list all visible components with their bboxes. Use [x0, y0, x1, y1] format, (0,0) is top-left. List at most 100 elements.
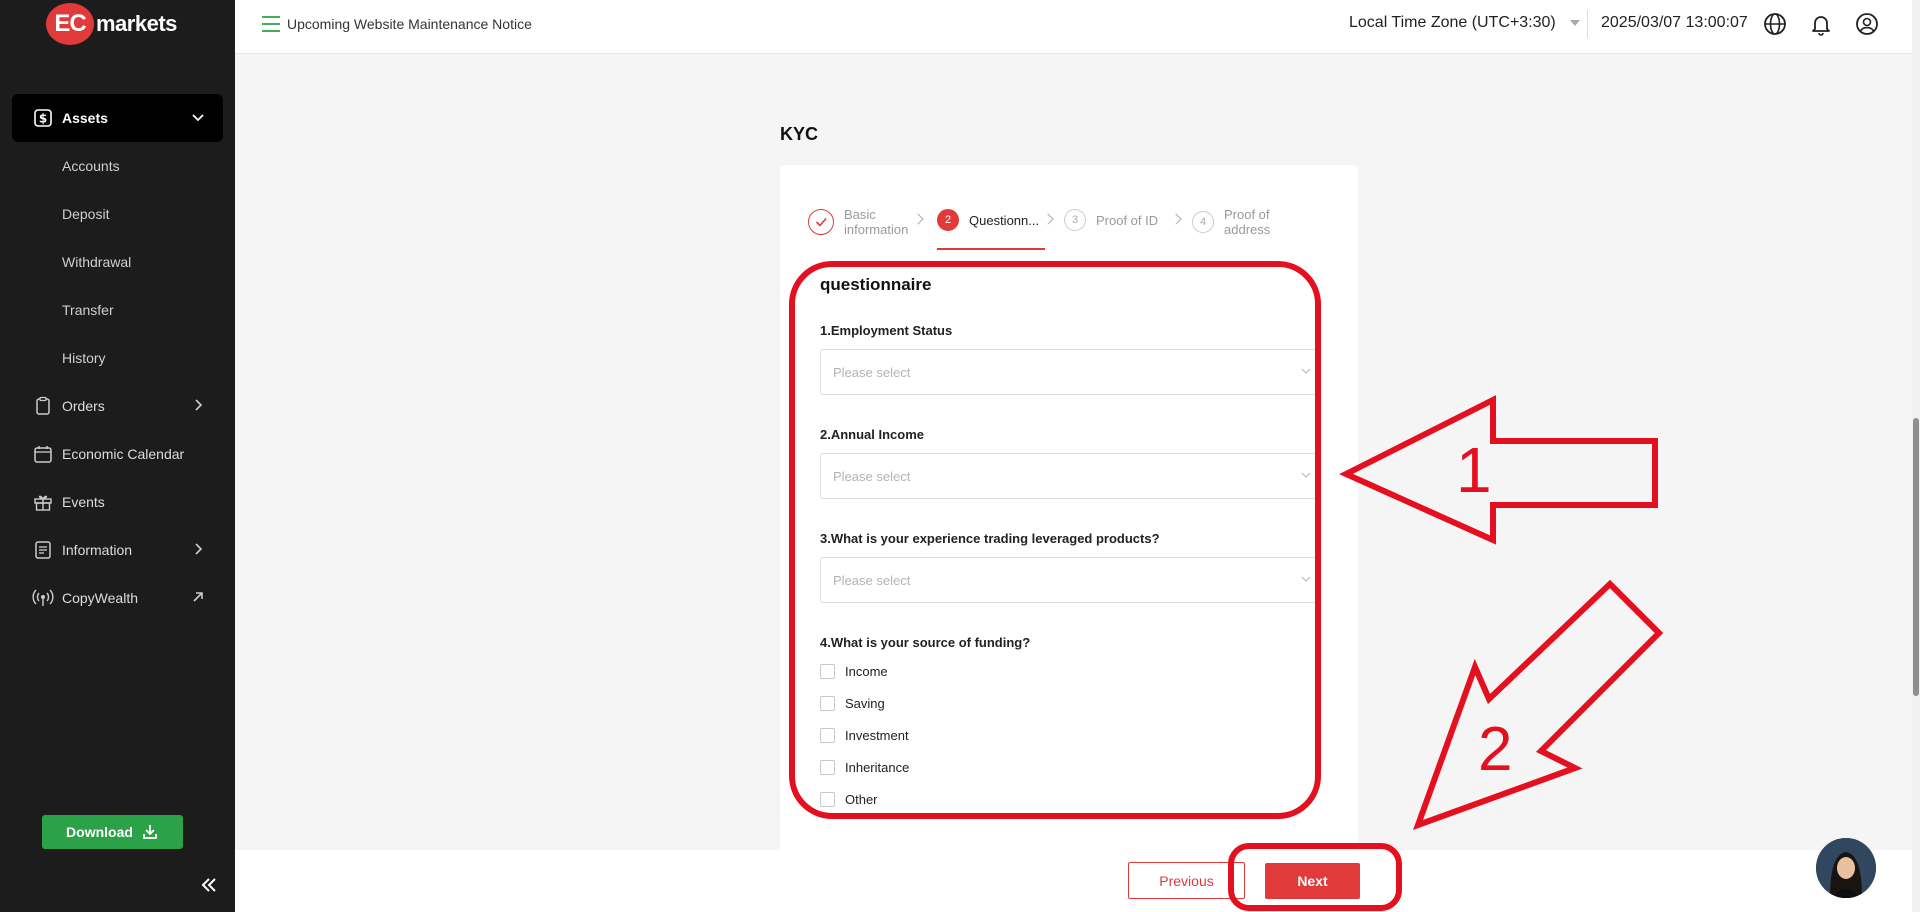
maintenance-notice[interactable]: Upcoming Website Maintenance Notice: [287, 16, 532, 32]
checkbox[interactable]: [820, 792, 835, 807]
active-step-indicator: [937, 248, 1045, 250]
chevron-down-icon: [1301, 368, 1311, 374]
sidebar-item-transfer[interactable]: Transfer: [12, 286, 223, 334]
sidebar-item-orders[interactable]: Orders: [12, 382, 223, 430]
arrow-1-number: 1: [1456, 434, 1492, 506]
select-placeholder: Please select: [833, 468, 911, 484]
bell-icon[interactable]: [1809, 12, 1833, 36]
sidebar-item-deposit[interactable]: Deposit: [12, 190, 223, 238]
logo-text: markets: [96, 11, 177, 36]
user-account-icon[interactable]: [1855, 12, 1879, 36]
arrow-1-left: [1339, 395, 1658, 545]
document-icon: [32, 539, 54, 561]
funding-option-saving[interactable]: Saving: [820, 696, 885, 711]
menu-icon[interactable]: [261, 15, 281, 33]
checkbox-label: Other: [845, 792, 878, 807]
sidebar-item-copywealth[interactable]: CopyWealth: [12, 574, 223, 622]
check-circle-icon: [808, 209, 834, 235]
download-label: Download: [66, 824, 133, 840]
sidebar: EC markets $ Assets Accounts Deposit Wit…: [0, 0, 235, 912]
sidebar-item-label: Information: [62, 542, 133, 558]
brand-logo[interactable]: EC markets: [46, 2, 177, 46]
chevron-right-icon: [1042, 213, 1054, 225]
chevron-down-icon: [1301, 472, 1311, 478]
step-questionnaire[interactable]: 2 Questionn...: [937, 209, 1039, 231]
checkbox[interactable]: [820, 760, 835, 775]
gift-icon: [32, 491, 54, 513]
sidebar-nav: $ Assets Accounts Deposit Withdrawal Tra…: [12, 94, 223, 622]
timezone-label: Local Time Zone (UTC+3:30): [1349, 14, 1556, 31]
caret-down-icon: [1569, 20, 1580, 26]
step-number: 3: [1064, 209, 1086, 231]
question-label: 2.Annual Income: [820, 427, 925, 442]
previous-button[interactable]: Previous: [1128, 862, 1245, 899]
question-label: 1.Employment Status: [820, 323, 953, 338]
checkbox-label: Saving: [845, 696, 885, 711]
external-link-icon: [193, 592, 203, 602]
annual-income-select[interactable]: Please select: [820, 453, 1320, 499]
collapse-sidebar-icon[interactable]: [198, 874, 220, 896]
sidebar-item-label: Economic Calendar: [62, 446, 185, 462]
broadcast-icon: [32, 587, 54, 609]
step-label: Basic: [844, 207, 876, 222]
sidebar-item-label: Assets: [62, 110, 108, 126]
step-label: Proof of ID: [1096, 212, 1159, 228]
checkbox-label: Investment: [845, 728, 909, 743]
select-placeholder: Please select: [833, 364, 911, 380]
sidebar-item-accounts[interactable]: Accounts: [12, 142, 223, 190]
sidebar-item-label: CopyWealth: [62, 590, 139, 606]
page-scrollbar[interactable]: [1912, 0, 1920, 912]
trading-experience-select[interactable]: Please select: [820, 557, 1320, 603]
funding-option-investment[interactable]: Investment: [820, 728, 909, 743]
clipboard-icon: [32, 395, 54, 417]
step-number: 2: [937, 209, 959, 231]
calendar-icon: [32, 443, 54, 465]
question-label: 4.What is your source of funding?: [820, 635, 1031, 650]
top-bar: Upcoming Website Maintenance Notice Loca…: [235, 0, 1912, 54]
kyc-stepper: Basic information 2 Questionn... 3 Proof…: [808, 207, 1348, 257]
employment-status-select[interactable]: Please select: [820, 349, 1320, 395]
section-title: questionnaire: [820, 275, 932, 294]
step-number: 4: [1192, 211, 1214, 233]
sidebar-item-label: Events: [62, 494, 105, 510]
sidebar-item-withdrawal[interactable]: Withdrawal: [12, 238, 223, 286]
checkbox-label: Income: [845, 664, 888, 679]
chevron-right-icon: [912, 213, 924, 225]
sidebar-item-events[interactable]: Events: [12, 478, 223, 526]
arrow-2-diagonal: [1413, 579, 1664, 831]
sidebar-item-history[interactable]: History: [12, 334, 223, 382]
dollar-square-icon: $: [32, 107, 54, 129]
sidebar-item-information[interactable]: Information: [12, 526, 223, 574]
download-icon: [143, 825, 157, 839]
checkbox[interactable]: [820, 664, 835, 679]
funding-option-inheritance[interactable]: Inheritance: [820, 760, 909, 775]
timezone-selector[interactable]: Local Time Zone (UTC+3:30): [1349, 14, 1580, 32]
scrollbar-thumb[interactable]: [1913, 418, 1919, 696]
current-datetime: 2025/03/07 13:00:07: [1601, 14, 1748, 31]
download-button[interactable]: Download: [42, 815, 183, 849]
svg-text:$: $: [39, 112, 47, 126]
step-proof-of-id[interactable]: 3 Proof of ID: [1064, 209, 1158, 231]
funding-option-income[interactable]: Income: [820, 664, 888, 679]
select-placeholder: Please select: [833, 572, 911, 588]
sidebar-item-label: Orders: [62, 398, 105, 414]
next-button[interactable]: Next: [1265, 863, 1360, 899]
step-proof-of-address[interactable]: 4 Proof of address: [1192, 207, 1270, 237]
globe-icon[interactable]: [1763, 12, 1787, 36]
support-chat-avatar[interactable]: [1816, 838, 1876, 898]
step-label: information: [844, 222, 909, 237]
support-agent-avatar-icon: [1816, 838, 1876, 898]
checkbox-label: Inheritance: [845, 760, 910, 775]
sidebar-item-assets[interactable]: $ Assets: [12, 94, 223, 142]
funding-option-other[interactable]: Other: [820, 792, 878, 807]
step-basic-information[interactable]: Basic information: [808, 207, 908, 237]
checkbox[interactable]: [820, 696, 835, 711]
page-title: KYC: [780, 124, 819, 144]
chevron-down-icon: [192, 114, 204, 122]
kyc-card: Basic information 2 Questionn... 3 Proof…: [780, 165, 1358, 865]
sidebar-item-economic-calendar[interactable]: Economic Calendar: [12, 430, 223, 478]
arrow-2-number: 2: [1478, 715, 1512, 784]
form-action-bar: [235, 850, 1912, 912]
chevron-right-icon: [1170, 213, 1182, 225]
checkbox[interactable]: [820, 728, 835, 743]
